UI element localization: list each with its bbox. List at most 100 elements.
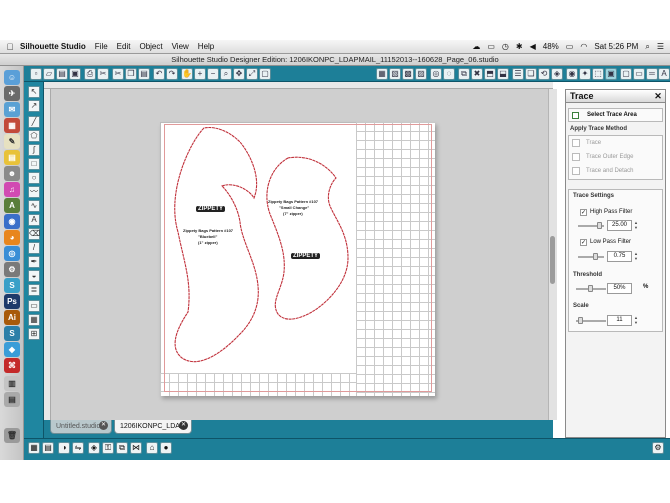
trace-and-detach-button[interactable]: Trace and Detach [570,165,659,177]
battery-icon[interactable]: ▭ [566,42,574,51]
duplicate-icon[interactable]: ⧉ [458,68,470,80]
menu-edit[interactable]: Edit [117,42,131,51]
copy-icon[interactable]: ❐ [125,68,137,80]
line-style-icon[interactable]: ═ [646,68,658,80]
acrobat-icon[interactable]: ⌘ [4,358,20,373]
calendar-icon[interactable]: ▦ [4,118,20,133]
knife-tool-icon[interactable]: / [28,242,40,254]
nudge-icon[interactable]: ◈ [88,442,100,454]
polygon-tool-icon[interactable]: ⬠ [28,130,40,142]
bring-front-icon[interactable]: ⬒ [484,68,496,80]
group-objects-icon[interactable]: ⧉ [116,442,128,454]
zoom-to-fit-icon[interactable]: ⤢ [246,68,258,80]
undo-icon[interactable]: ↶ [153,68,165,80]
silhouette-studio-icon[interactable]: S [4,278,20,293]
grid-settings-icon[interactable]: ▦ [28,314,40,326]
registration-marks-icon[interactable]: ⊞ [28,328,40,340]
spotlight-search-icon[interactable]: ⌕ [645,42,649,52]
trash-icon[interactable]: 🗑 [4,428,20,443]
safari-icon[interactable]: ◉ [4,214,20,229]
grid-toggle-icon[interactable]: ▦ [28,442,40,454]
contacts-icon[interactable]: ☻ [4,166,20,181]
group-icon[interactable]: ▩ [402,68,414,80]
mail-icon[interactable]: ✉ [4,102,20,117]
release-compound-icon[interactable]: ◌ [443,68,455,80]
notification-center-icon[interactable]: ☰ [657,42,664,51]
align-icon[interactable]: ☰ [512,68,524,80]
illustrator-icon[interactable]: Ai [4,310,20,325]
scale-value[interactable]: 11 [607,315,632,326]
redo-icon[interactable]: ↷ [166,68,178,80]
high-pass-stepper[interactable]: ▲ ▼ [633,220,639,231]
zoom-out-icon[interactable]: − [207,68,219,80]
point-edit-icon[interactable]: ✦ [579,68,591,80]
traced-pattern-pieces[interactable] [160,122,435,396]
tab-current-close-icon[interactable]: ✕ [179,421,188,430]
high-pass-slider-knob[interactable] [597,222,602,229]
deselect-icon[interactable]: ▧ [389,68,401,80]
delete-icon[interactable]: ✖ [471,68,483,80]
menu-app-name[interactable]: Silhouette Studio [20,42,86,51]
lock-icon[interactable]: ⚿ [102,442,114,454]
select-trace-area-button[interactable]: Select Trace Area [568,108,663,122]
vertical-scroll-thumb[interactable] [550,236,555,284]
zoom-select-icon[interactable]: ⌕ [220,68,232,80]
itunes-icon[interactable]: ♫ [4,182,20,197]
scale-stepper[interactable]: ▲ ▼ [633,315,639,326]
trace-panel-close-icon[interactable]: ✕ [653,90,663,102]
low-pass-checkbox[interactable]: ✓ [580,239,587,246]
ellipse-tool-icon[interactable]: ○ [28,172,40,184]
system-preferences-icon[interactable]: ⚙ [4,262,20,277]
freehand-tool-icon[interactable]: 〰 [28,186,40,198]
trace-outer-edge-button[interactable]: Trace Outer Edge [570,151,659,163]
chrome-icon[interactable]: ◎ [4,246,20,261]
make-compound-icon[interactable]: ◎ [430,68,442,80]
curve-tool-icon[interactable]: ∫ [28,144,40,156]
transform-icon[interactable]: ⟲ [538,68,550,80]
time-machine-icon[interactable]: ◷ [502,42,509,51]
cut-icon[interactable]: ✂ [112,68,124,80]
drag-zoom-icon[interactable]: ✥ [233,68,245,80]
tab-untitled-close-icon[interactable]: ✕ [99,421,108,430]
high-pass-value[interactable]: 25.00 [607,220,632,231]
low-pass-slider-track[interactable] [578,256,604,258]
weld-icon[interactable]: ◑ [58,442,70,454]
launchpad-icon[interactable]: ✈ [4,86,20,101]
offset-icon[interactable]: ◉ [566,68,578,80]
send-to-cutter-icon[interactable]: ✂ [97,68,109,80]
photoshop-icon[interactable]: Ps [4,294,20,309]
layers-icon[interactable]: ≣ [28,284,40,296]
documents-stack-icon[interactable]: ▥ [4,376,20,391]
zoom-in-icon[interactable]: + [194,68,206,80]
select-arrow-icon[interactable]: ↖ [28,86,40,98]
display-icon[interactable]: ▭ [487,42,495,51]
clock[interactable]: Sat 5:26 PM [594,42,638,51]
store-icon[interactable]: ⌂ [146,442,158,454]
trace-button[interactable]: Trace [570,137,659,149]
modify-icon[interactable]: ◈ [551,68,563,80]
skype-icon[interactable]: S [4,326,20,341]
stickies-icon[interactable]: ▤ [4,150,20,165]
open-file-icon[interactable]: ▱ [43,68,55,80]
fill-color-icon[interactable]: ▢ [620,68,632,80]
notes-icon[interactable]: ✎ [4,134,20,149]
low-pass-slider-knob[interactable] [593,253,598,260]
eraser-tool-icon[interactable]: ⌫ [28,228,40,240]
tab-untitled[interactable]: Untitled.studio ✕ [50,420,112,434]
zoom-page-icon[interactable]: ▢ [259,68,271,80]
paint-bucket-icon[interactable]: ◒ [28,270,40,282]
firefox-icon[interactable]: ◕ [4,230,20,245]
merge-icon[interactable]: ⋈ [130,442,142,454]
pan-hand-icon[interactable]: ✋ [181,68,193,80]
low-pass-stepper[interactable]: ▲ ▼ [633,251,639,262]
ungroup-icon[interactable]: ▨ [415,68,427,80]
text-style-icon[interactable]: A [658,68,670,80]
menu-file[interactable]: File [95,42,108,51]
line-color-icon[interactable]: ▭ [633,68,645,80]
battery-percent[interactable]: 48% [543,42,559,51]
smooth-freehand-icon[interactable]: ∿ [28,200,40,212]
tab-current-document[interactable]: 1206IKONPC_LDA... ✕ [114,420,192,434]
menu-object[interactable]: Object [139,42,162,51]
library-icon[interactable]: ▤ [56,68,68,80]
cloud-status-icon[interactable]: ☁ [472,42,480,51]
